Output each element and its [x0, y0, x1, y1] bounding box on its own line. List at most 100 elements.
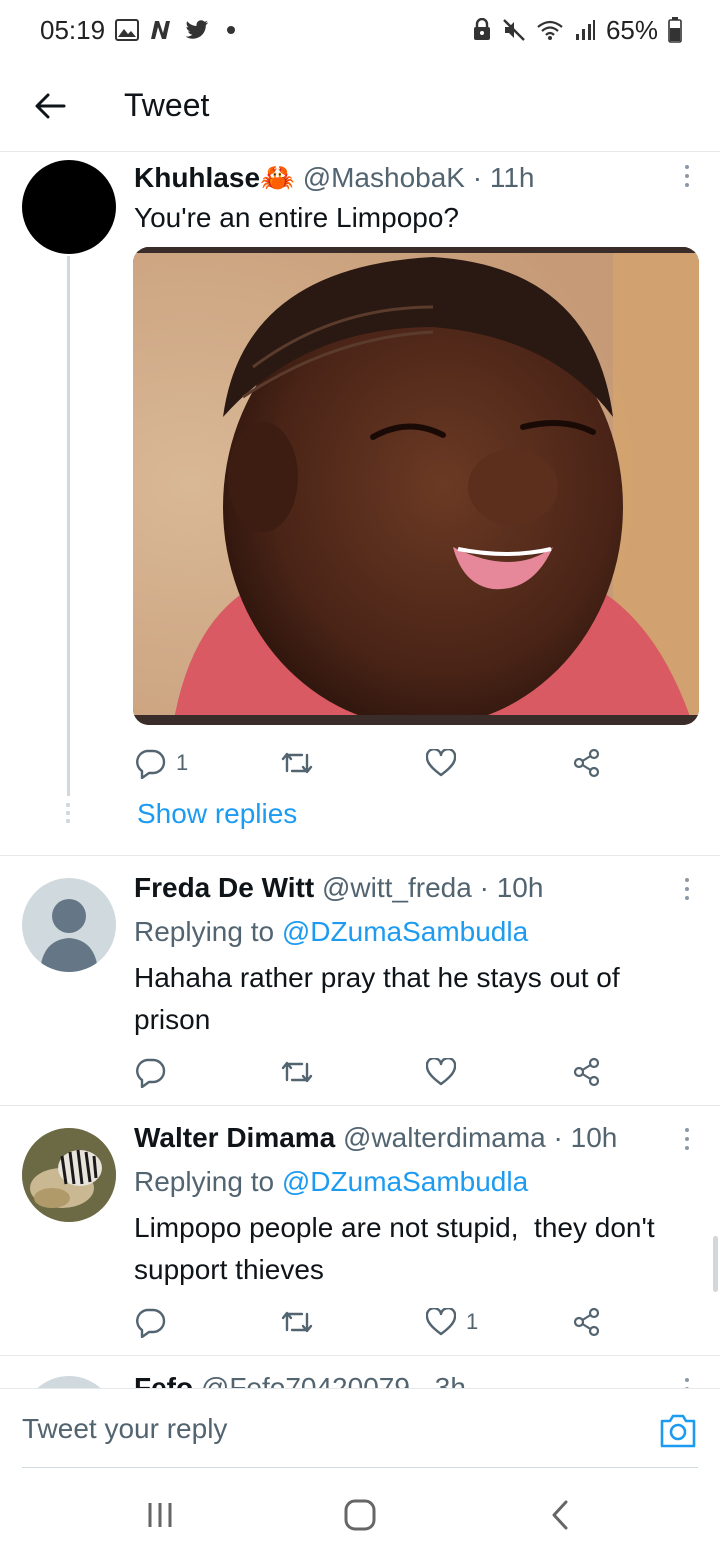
battery-icon [668, 17, 682, 43]
display-name[interactable]: Khuhlase [134, 162, 260, 193]
status-bar: 05:19 65% [0, 0, 720, 60]
camera-button[interactable] [658, 1411, 698, 1451]
like-count: 1 [466, 1309, 479, 1334]
heart-icon [426, 1308, 456, 1336]
camera-icon [660, 1414, 696, 1448]
reply-icon [136, 749, 166, 779]
signal-icon [574, 19, 596, 41]
share-icon [573, 1057, 600, 1087]
thread-line [67, 256, 70, 796]
heart-icon [426, 1058, 456, 1086]
avatar[interactable] [22, 878, 116, 972]
child-photo [133, 247, 699, 725]
heart-icon [426, 749, 456, 777]
reply-input[interactable]: Tweet your reply [22, 1413, 227, 1445]
replying-to: Replying to @DZumaSambudla [134, 1166, 528, 1198]
tweet-card[interactable]: Freda De Witt @witt_freda · 10h Replying… [0, 856, 720, 1106]
tweet-text: Hahaha rather pray that he stays out of … [134, 962, 620, 1035]
like-button[interactable] [426, 743, 456, 783]
mute-icon [502, 18, 526, 42]
retweet-icon [281, 1061, 313, 1083]
retweet-button[interactable] [280, 743, 314, 783]
more-options-button[interactable] [682, 1378, 692, 1388]
show-replies-link[interactable]: Show replies [137, 798, 297, 830]
more-notifications-dot [227, 26, 236, 34]
tweet-header: Freda De Witt @witt_freda · 10h [134, 872, 543, 904]
timestamp: · 10h [479, 872, 544, 903]
recent-apps-button[interactable] [130, 1485, 190, 1545]
tweet-header: Fefo @Fefo70420079 · 3h [134, 1372, 466, 1388]
more-options-button[interactable] [682, 1128, 692, 1150]
share-icon [573, 748, 600, 778]
avatar[interactable] [22, 1376, 116, 1388]
handle[interactable]: @walterdimama [343, 1122, 546, 1153]
back-arrow-icon [35, 93, 66, 118]
tweet-image[interactable] [133, 247, 699, 725]
display-name[interactable]: Fefo [134, 1372, 193, 1388]
home-icon [344, 1499, 376, 1531]
recent-apps-icon [148, 1503, 172, 1527]
display-name[interactable]: Freda De Witt [134, 872, 314, 903]
timestamp: · 10h [553, 1122, 618, 1153]
reply-composer[interactable]: Tweet your reply [0, 1388, 720, 1468]
retweet-button[interactable] [280, 1052, 314, 1092]
replying-prefix: Replying to [134, 916, 275, 947]
tweet-card[interactable]: Walter Dimama @walterdimama · 10h Replyi… [0, 1106, 720, 1356]
tweet-actions [134, 1052, 614, 1092]
crab-emoji: 🦀 [260, 162, 295, 193]
status-left: 05:19 [40, 14, 236, 46]
wifi-icon [536, 19, 564, 41]
tweet-header: Walter Dimama @walterdimama · 10h [134, 1122, 617, 1154]
display-name[interactable]: Walter Dimama [134, 1122, 335, 1153]
share-button[interactable] [572, 1052, 602, 1092]
avatar[interactable] [22, 1128, 116, 1222]
reply-button[interactable] [134, 1302, 166, 1342]
home-button[interactable] [330, 1485, 390, 1545]
zebra-avatar-image [22, 1128, 116, 1222]
default-avatar-icon [40, 899, 98, 972]
tweet-text: Limpopo people are not stupid, they don'… [134, 1212, 663, 1285]
handle[interactable]: @Fefo70420079 [201, 1372, 410, 1388]
replying-to: Replying to @DZumaSambudla [134, 916, 528, 948]
chevron-left-icon [552, 1500, 568, 1530]
status-time: 05:19 [40, 14, 106, 45]
timestamp: · 11h [472, 162, 535, 193]
handle[interactable]: @MashobaK [303, 162, 465, 193]
retweet-button[interactable] [280, 1302, 314, 1342]
avatar[interactable] [22, 160, 116, 254]
tweet-card[interactable]: Fefo @Fefo70420079 · 3h [0, 1356, 720, 1388]
tweet-actions: 1 [134, 743, 614, 783]
timestamp: · 3h [417, 1372, 466, 1388]
back-button[interactable] [0, 60, 100, 152]
like-button[interactable]: 1 [426, 1302, 478, 1342]
retweet-icon [281, 1311, 313, 1333]
reply-underline [22, 1467, 698, 1468]
replying-prefix: Replying to [134, 1166, 275, 1197]
like-button[interactable] [426, 1052, 456, 1092]
more-options-button[interactable] [682, 878, 692, 900]
page-title: Tweet [124, 87, 210, 123]
scrollbar[interactable] [713, 1236, 718, 1292]
tweet-card[interactable]: Khuhlase🦀 @MashobaK · 11h You're an enti… [0, 153, 720, 856]
app-bar: Tweet [0, 60, 720, 152]
reply-button[interactable] [134, 1052, 166, 1092]
battery-percent: 65% [605, 14, 658, 45]
tweet-text: You're an entire Limpopo? [134, 202, 459, 233]
tweet-actions: 1 [134, 1302, 614, 1342]
share-button[interactable] [572, 743, 602, 783]
thread-dots [66, 803, 70, 827]
twitter-notification-icon [185, 20, 209, 40]
back-nav-button[interactable] [530, 1485, 590, 1545]
handle[interactable]: @witt_freda [322, 872, 472, 903]
system-nav-bar [0, 1470, 720, 1560]
reply-button[interactable]: 1 [134, 743, 188, 783]
mention-link[interactable]: @DZumaSambudla [282, 1166, 528, 1197]
tweet-feed[interactable]: Khuhlase🦀 @MashobaK · 11h You're an enti… [0, 153, 720, 1388]
status-right: 65% [472, 15, 682, 46]
more-options-button[interactable] [682, 165, 692, 187]
news-notification-icon [149, 19, 175, 41]
share-button[interactable] [572, 1302, 602, 1342]
reply-icon [136, 1308, 166, 1338]
gallery-notification-icon [115, 19, 140, 41]
mention-link[interactable]: @DZumaSambudla [282, 916, 528, 947]
